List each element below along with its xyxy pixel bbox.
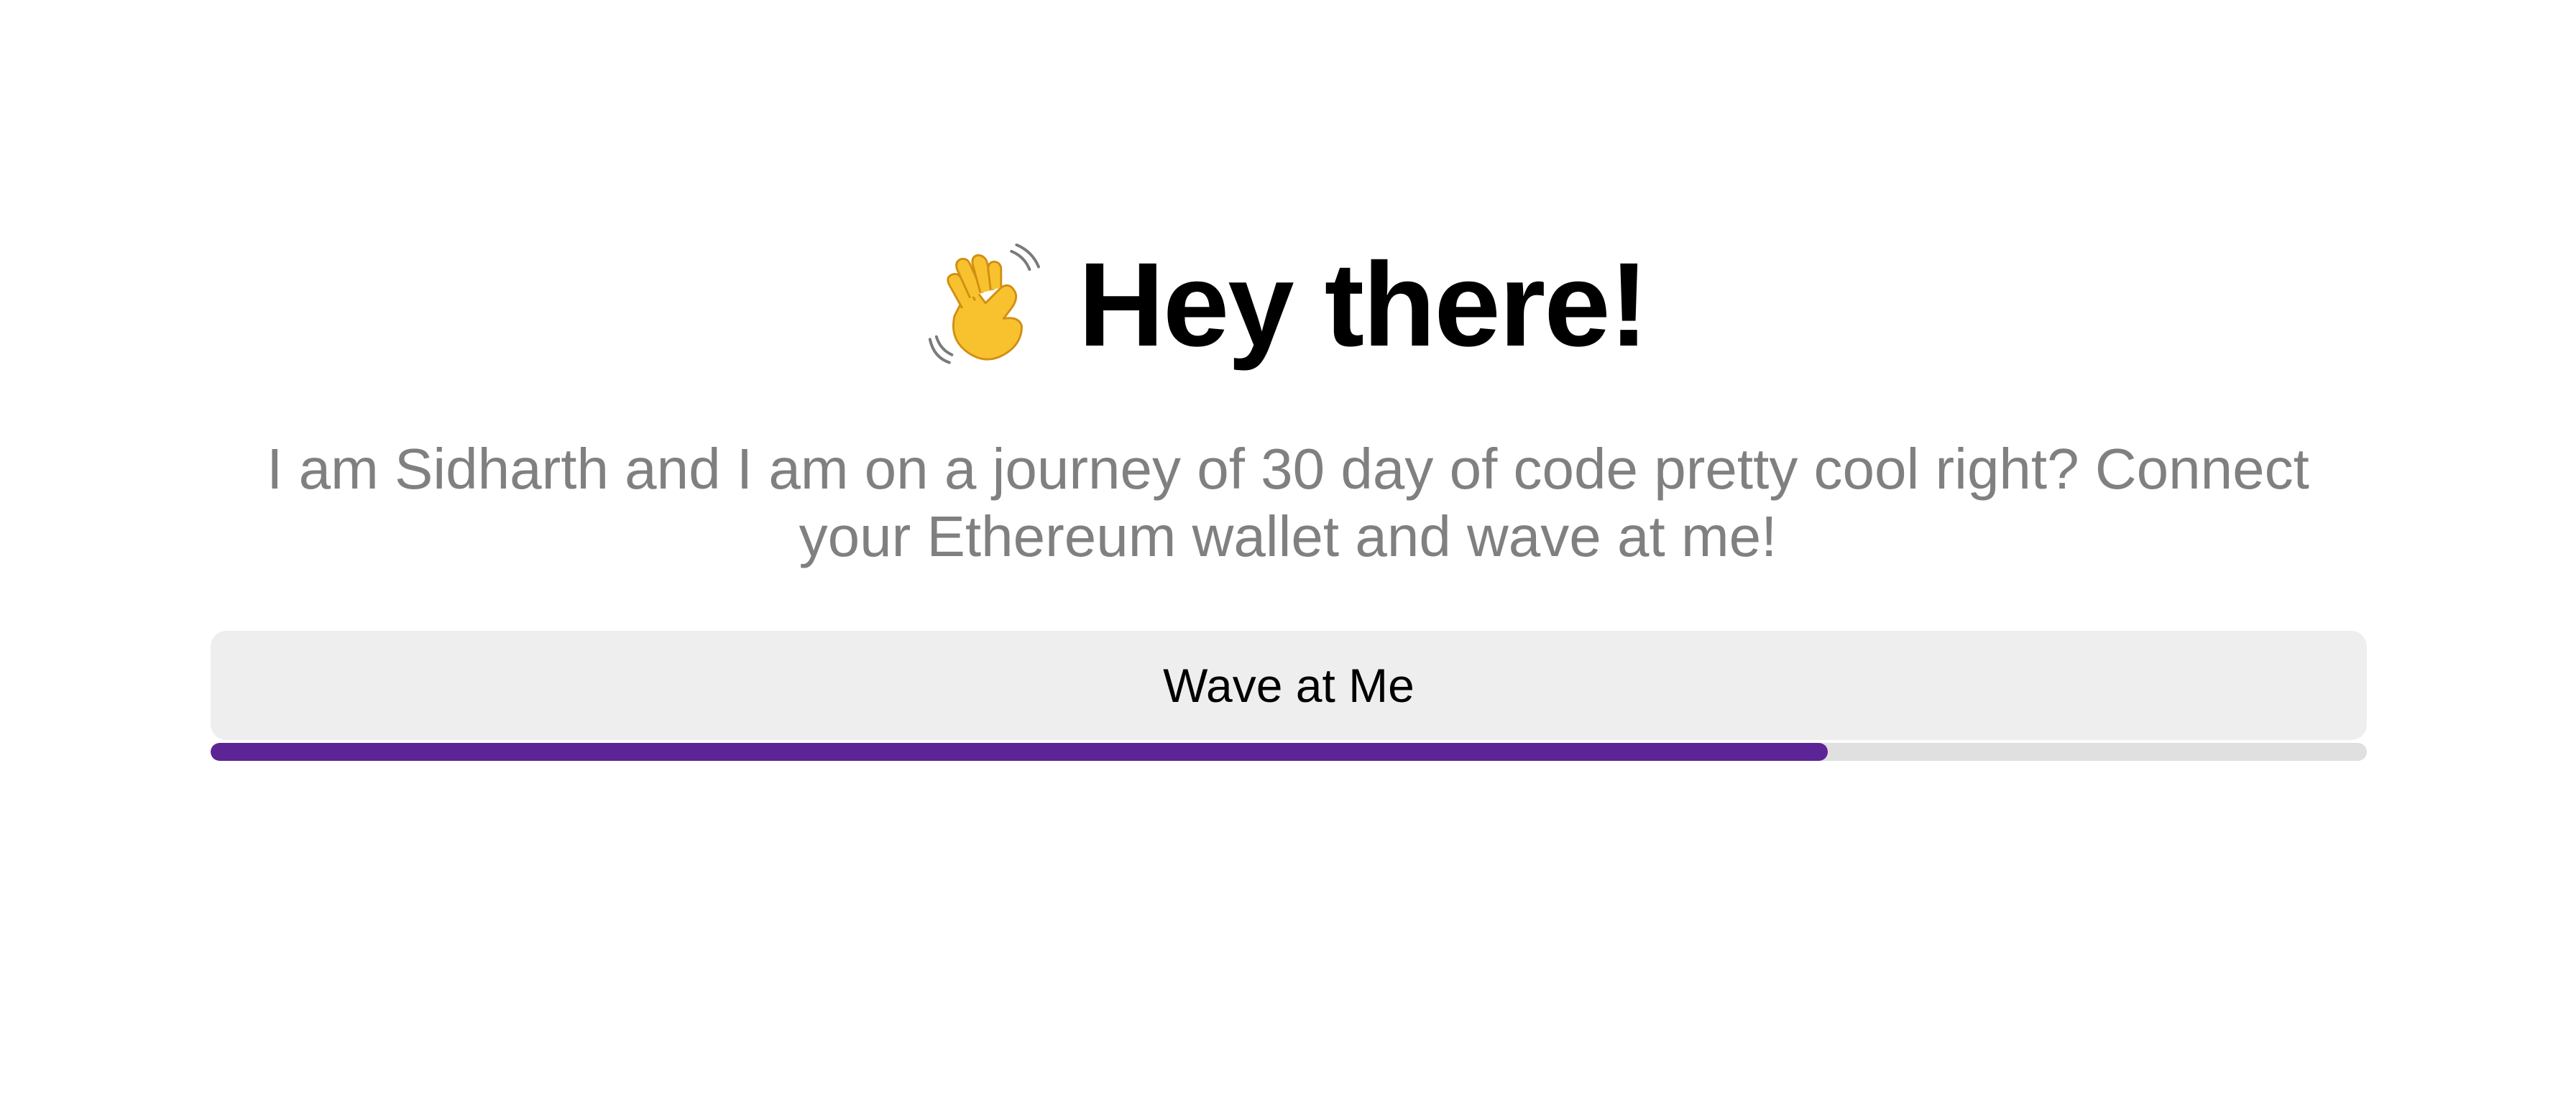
header: Hey there!: [0, 234, 2576, 377]
bio-text: I am Sidharth and I am on a journey of 3…: [267, 437, 2309, 568]
progress-fill: [211, 743, 1828, 761]
page: Hey there! I am Sidharth and I am on a j…: [0, 0, 2576, 1105]
waving-hand-icon: [929, 244, 1041, 364]
wave-button[interactable]: Wave at Me: [211, 631, 2367, 740]
page-title: Hey there!: [1078, 239, 1649, 371]
progress-bar: [211, 743, 2367, 761]
